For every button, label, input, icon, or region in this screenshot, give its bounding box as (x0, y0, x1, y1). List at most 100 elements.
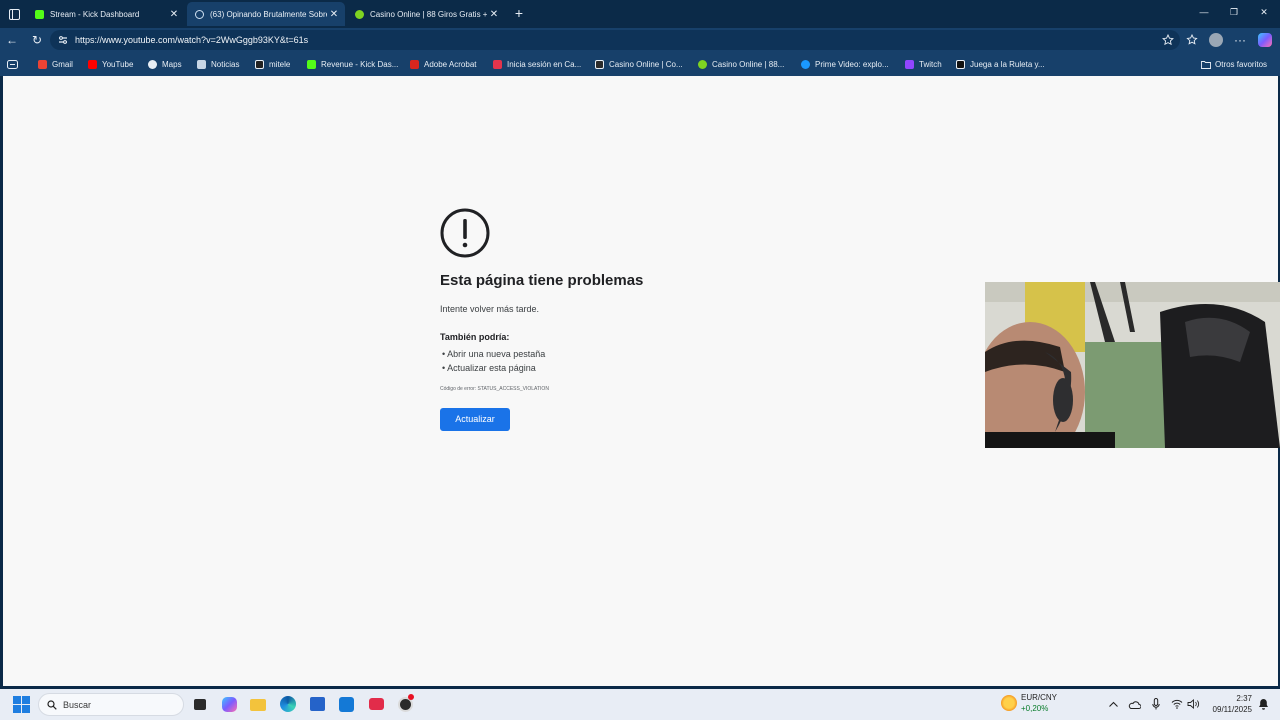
bookmark-casino-co[interactable]: Casino Online | Co... (595, 58, 683, 70)
casino-icon (493, 59, 502, 69)
bookmark-label: Inicia sesión en Ca... (507, 59, 582, 69)
list-item: Actualizar esta página (442, 361, 545, 375)
weather-sun-icon (1001, 695, 1017, 711)
restore-icon[interactable]: ❐ (1228, 7, 1240, 18)
webcam-overlay (985, 282, 1280, 448)
copilot-icon[interactable] (1257, 32, 1273, 48)
error-title: Esta página tiene problemas (440, 272, 644, 289)
error-subtitle: Intente volver más tarde. (440, 304, 540, 314)
volume-icon[interactable] (1186, 697, 1200, 711)
bookmark-label: Twitch (919, 59, 942, 69)
maps-icon (148, 59, 157, 69)
bookmark-inicia-sesion[interactable]: Inicia sesión en Ca... (493, 58, 581, 70)
bookmark-label: Maps (162, 59, 182, 69)
onedrive-icon[interactable] (1127, 697, 1141, 711)
currency-change: +0,20% (1021, 704, 1049, 713)
bookmark-youtube[interactable]: YouTube (88, 58, 133, 70)
bookmark-casino-88[interactable]: Casino Online | 88... (698, 58, 784, 70)
prime-video-icon (801, 59, 810, 69)
bookmark-prime-video[interactable]: Prime Video: explo... (801, 58, 889, 70)
bookmark-label: Prime Video: explo... (815, 59, 889, 69)
error-code: Código de error: STATUS_ACCESS_VIOLATION (440, 386, 549, 392)
wifi-icon[interactable] (1170, 697, 1184, 711)
tab-title: Stream - Kick Dashboard (50, 9, 140, 19)
suggestions-heading: También podría: (440, 332, 510, 342)
copilot-app-icon[interactable] (221, 696, 238, 713)
close-icon[interactable]: ✕ (487, 9, 501, 20)
mitele-icon (255, 59, 264, 69)
error-exclamation-icon (440, 208, 490, 258)
bookmark-mitele[interactable]: mitele (255, 58, 290, 70)
close-icon[interactable]: ✕ (327, 9, 341, 20)
reload-button[interactable]: Actualizar (440, 408, 510, 431)
casino-icon (595, 59, 604, 69)
reading-view-icon[interactable] (7, 58, 18, 70)
bookmark-other-favorites[interactable]: Otros favoritos (1201, 58, 1267, 70)
search-placeholder: Buscar (63, 699, 92, 710)
bookmark-revenue-kick[interactable]: Revenue - Kick Das... (307, 58, 398, 70)
tab-title: Casino Online | 88 Giros Gratis + D (370, 9, 487, 19)
edge-browser-icon[interactable] (280, 696, 297, 713)
tab-kick-dashboard[interactable]: Stream - Kick Dashboard ✕ (27, 2, 185, 26)
tab-casino[interactable]: Casino Online | 88 Giros Gratis + D ✕ (347, 2, 505, 26)
clock-time: 2:37 (1236, 694, 1252, 703)
windows-start-icon[interactable] (13, 696, 30, 713)
more-menu-icon[interactable]: ··· (1232, 32, 1248, 48)
clock-date: 09/11/2025 (1212, 705, 1252, 714)
tab-actions-icon[interactable] (4, 4, 24, 24)
bookmark-label: Adobe Acrobat (424, 59, 477, 69)
news-icon (197, 59, 206, 69)
bookmark-label: Revenue - Kick Das... (321, 59, 399, 69)
file-explorer-icon[interactable] (250, 696, 267, 713)
bookmark-ruleta[interactable]: Juega a la Ruleta y... (956, 58, 1045, 70)
task-view-icon[interactable] (191, 696, 208, 713)
close-window-icon[interactable]: ✕ (1258, 7, 1270, 18)
obs-icon[interactable] (397, 694, 414, 713)
kick-icon (307, 59, 316, 69)
new-tab-button[interactable]: + (512, 5, 526, 21)
tab-strip: Stream - Kick Dashboard ✕ (63) Opinando … (0, 0, 1280, 28)
gmail-icon (38, 59, 47, 69)
taskbar: Buscar (0, 689, 1280, 720)
casino-icon (355, 9, 364, 19)
media-player-icon[interactable] (368, 696, 385, 713)
back-arrow-icon[interactable]: ← (4, 32, 20, 48)
search-icon (47, 699, 57, 710)
bookmark-adobe-acrobat[interactable]: Adobe Acrobat (410, 58, 476, 70)
bookmark-maps[interactable]: Maps (148, 58, 182, 70)
bookmark-label: Gmail (52, 59, 73, 69)
roulette-icon (956, 59, 965, 69)
minimize-icon[interactable]: — (1198, 7, 1210, 17)
system-clock[interactable]: 2:37 09/11/2025 (1200, 693, 1252, 715)
tab-youtube[interactable]: (63) Opinando Brutalmente Sobre ✕ (187, 2, 345, 26)
currency-widget[interactable]: EUR/CNY +0,20% (1001, 692, 1071, 716)
store-icon[interactable] (309, 696, 326, 713)
site-info-icon[interactable] (58, 35, 68, 45)
bookmark-label: Otros favoritos (1215, 59, 1268, 69)
notifications-icon[interactable] (1256, 697, 1270, 711)
taskbar-search-box[interactable]: Buscar (38, 693, 184, 716)
reload-icon[interactable]: ↻ (29, 32, 45, 48)
favorite-star-icon[interactable] (1162, 34, 1174, 46)
bookmark-noticias[interactable]: Noticias (197, 58, 239, 70)
tab-title: (63) Opinando Brutalmente Sobre (210, 9, 327, 19)
address-bar[interactable]: https://www.youtube.com/watch?v=2WwGggb9… (50, 30, 1180, 50)
outlook-icon[interactable] (338, 696, 355, 713)
bookmarks-bar: Gmail YouTube Maps Noticias mitele Reven… (0, 52, 1280, 76)
casino-icon (698, 59, 707, 69)
list-item: Abrir una nueva pestaña (442, 347, 545, 361)
bookmark-gmail[interactable]: Gmail (38, 58, 73, 70)
chevron-up-icon[interactable] (1106, 697, 1120, 711)
bookmark-twitch[interactable]: Twitch (905, 58, 942, 70)
currency-pair: EUR/CNY (1021, 693, 1058, 702)
url-text[interactable]: https://www.youtube.com/watch?v=2WwGggb9… (75, 35, 308, 45)
profile-avatar[interactable] (1208, 32, 1224, 48)
close-icon[interactable]: ✕ (167, 9, 181, 20)
microphone-icon[interactable] (1149, 697, 1163, 711)
youtube-icon (88, 59, 97, 69)
bookmark-label: Juega a la Ruleta y... (970, 59, 1045, 69)
bookmark-label: Casino Online | 88... (712, 59, 785, 69)
bookmark-label: Casino Online | Co... (609, 59, 683, 69)
bookmark-label: YouTube (102, 59, 134, 69)
favorites-icon[interactable] (1184, 32, 1200, 48)
